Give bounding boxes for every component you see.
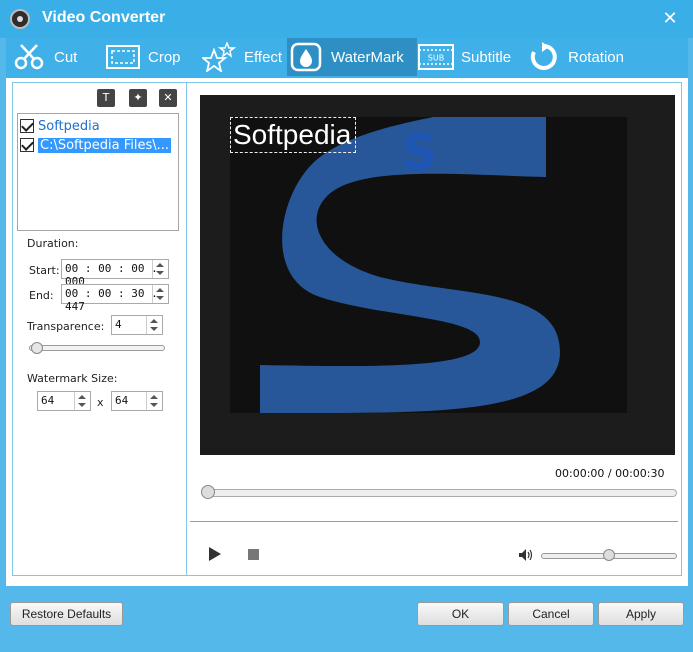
video-converter-window: Video Converter ✕ Cut Crop Effect WaterM… bbox=[0, 0, 693, 652]
tab-watermark-label: WaterMark bbox=[331, 48, 404, 66]
video-preview[interactable]: S Softpedia bbox=[200, 95, 675, 455]
svg-text:SUB: SUB bbox=[428, 54, 444, 63]
watermark-width-value: 64 bbox=[41, 394, 55, 407]
tab-cut[interactable]: Cut bbox=[10, 38, 104, 76]
volume-icon[interactable] bbox=[519, 549, 533, 561]
transparence-slider-thumb[interactable] bbox=[31, 342, 44, 354]
watermark-text-overlay[interactable]: Softpedia bbox=[230, 117, 356, 153]
preview-panel: S Softpedia 00:00:00 / 00:00:30 bbox=[186, 82, 682, 576]
watermark-item-label: C:\Softpedia Files\... bbox=[38, 137, 172, 153]
seek-thumb[interactable] bbox=[201, 485, 215, 499]
stars-icon bbox=[200, 41, 238, 73]
stop-button[interactable] bbox=[248, 549, 259, 560]
watermark-height-stepper[interactable] bbox=[146, 392, 162, 410]
tab-crop[interactable]: Crop bbox=[104, 38, 200, 76]
watermark-item-label: Softpedia bbox=[38, 118, 100, 134]
watermark-checkbox[interactable] bbox=[20, 119, 34, 133]
tab-subtitle[interactable]: SUB Subtitle bbox=[417, 38, 525, 76]
restore-defaults-button[interactable]: Restore Defaults bbox=[10, 602, 123, 626]
transparence-slider[interactable] bbox=[29, 345, 165, 351]
transparence-value: 4 bbox=[115, 318, 122, 331]
transparence-field[interactable]: 4 bbox=[111, 315, 163, 335]
content-area: T ✦ ✕ Softpedia C:\Softpedia Files\... D… bbox=[6, 78, 688, 586]
tab-subtitle-label: Subtitle bbox=[461, 48, 512, 66]
watermark-settings-panel: T ✦ ✕ Softpedia C:\Softpedia Files\... D… bbox=[12, 82, 188, 576]
rotate-icon bbox=[525, 41, 562, 73]
volume-slider-thumb[interactable] bbox=[603, 549, 615, 561]
play-button[interactable] bbox=[209, 547, 221, 561]
start-time-field[interactable]: 00 : 00 : 00 . 000 bbox=[61, 259, 169, 288]
crop-icon bbox=[104, 41, 142, 73]
watermark-checkbox[interactable] bbox=[20, 138, 34, 152]
end-time-field[interactable]: 00 : 00 : 30 . 447 bbox=[61, 284, 169, 313]
list-item[interactable]: C:\Softpedia Files\... bbox=[20, 136, 176, 154]
tab-rotation-label: Rotation bbox=[568, 48, 624, 66]
transparence-label: Transparence: bbox=[27, 320, 105, 333]
subtitle-icon: SUB bbox=[417, 41, 455, 73]
add-image-watermark-button[interactable]: ✦ bbox=[129, 89, 147, 107]
tab-effect[interactable]: Effect bbox=[200, 38, 288, 76]
tab-bar: Cut Crop Effect WaterMark SUB Subtitle R… bbox=[6, 38, 688, 78]
tab-effect-label: Effect bbox=[244, 48, 283, 66]
start-label: Start: bbox=[29, 264, 60, 277]
list-item[interactable]: Softpedia bbox=[20, 117, 176, 135]
tab-rotation[interactable]: Rotation bbox=[525, 38, 624, 76]
watermark-height-value: 64 bbox=[115, 394, 129, 407]
seek-bar[interactable] bbox=[202, 489, 677, 497]
delete-watermark-button[interactable]: ✕ bbox=[159, 89, 177, 107]
watermark-width-stepper[interactable] bbox=[74, 392, 90, 410]
transparence-stepper[interactable] bbox=[146, 316, 162, 334]
watermark-drop-icon bbox=[287, 41, 325, 73]
divider bbox=[190, 521, 678, 522]
softpedia-logo-icon: S bbox=[260, 97, 560, 414]
window-title: Video Converter bbox=[42, 9, 166, 26]
tab-watermark[interactable]: WaterMark bbox=[287, 38, 417, 76]
size-separator: x bbox=[97, 396, 104, 409]
apply-button[interactable]: Apply bbox=[598, 602, 684, 626]
scissors-icon bbox=[10, 41, 48, 73]
film-reel-icon bbox=[10, 9, 30, 29]
add-text-watermark-button[interactable]: T bbox=[97, 89, 115, 107]
watermark-size-label: Watermark Size: bbox=[27, 372, 118, 385]
watermark-list: Softpedia C:\Softpedia Files\... bbox=[17, 113, 179, 231]
tab-crop-label: Crop bbox=[148, 48, 181, 66]
title-bar: Video Converter ✕ bbox=[0, 0, 693, 38]
tab-cut-label: Cut bbox=[54, 48, 78, 66]
start-time-stepper[interactable] bbox=[152, 260, 168, 278]
ok-button[interactable]: OK bbox=[417, 602, 504, 626]
watermark-width-field[interactable]: 64 bbox=[37, 391, 91, 411]
duration-label: Duration: bbox=[27, 237, 79, 250]
time-display: 00:00:00 / 00:00:30 bbox=[555, 467, 665, 480]
svg-text:S: S bbox=[402, 125, 437, 181]
video-frame: S bbox=[230, 97, 627, 414]
cancel-button[interactable]: Cancel bbox=[508, 602, 594, 626]
end-label: End: bbox=[29, 289, 54, 302]
watermark-height-field[interactable]: 64 bbox=[111, 391, 163, 411]
close-button[interactable]: ✕ bbox=[660, 9, 680, 29]
end-time-stepper[interactable] bbox=[152, 285, 168, 303]
